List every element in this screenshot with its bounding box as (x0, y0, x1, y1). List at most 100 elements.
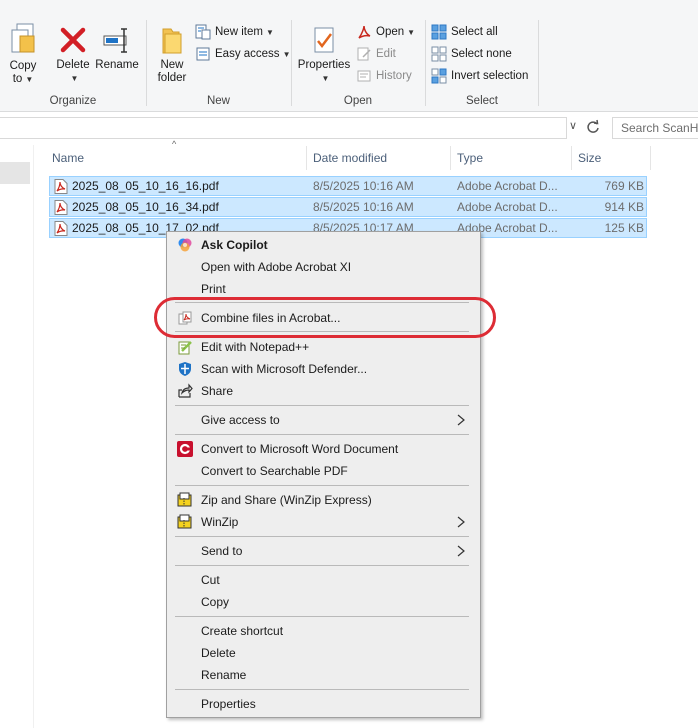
history-label: History (376, 70, 412, 82)
history-button[interactable]: History (356, 66, 412, 86)
menu-item-delete[interactable]: Delete (167, 642, 480, 664)
menu-item-edit-notepad[interactable]: Edit with Notepad++ (167, 336, 480, 358)
menu-separator (175, 536, 469, 537)
chevron-down-icon: ▼ (70, 74, 79, 83)
search-input[interactable]: Search ScanHe (612, 117, 698, 139)
column-header-date[interactable]: Date modified (313, 148, 387, 170)
easy-access-button[interactable]: Easy access ▼ (195, 44, 290, 64)
menu-label: Rename (201, 668, 247, 682)
menu-item-convert-word[interactable]: Convert to Microsoft Word Document (167, 438, 480, 460)
open-group: Properties ▼ Open ▼ Edit History Open (292, 0, 424, 111)
refresh-icon[interactable] (584, 118, 602, 136)
ribbon-divider (538, 20, 539, 106)
menu-separator (175, 485, 469, 486)
new-folder-label-2: folder (157, 72, 187, 84)
file-row[interactable]: 2025_08_05_10_16_34.pdf 8/5/2025 10:16 A… (49, 197, 647, 217)
select-all-icon (431, 24, 447, 40)
address-bar[interactable] (0, 117, 567, 139)
new-folder-button[interactable]: New folder (153, 25, 191, 85)
new-item-button[interactable]: New item ▼ (195, 22, 274, 42)
menu-item-zip-and-share[interactable]: Zip and Share (WinZip Express) (167, 489, 480, 511)
notepad-plus-plus-icon (178, 341, 192, 355)
select-all-button[interactable]: Select all (431, 22, 498, 42)
easy-access-label: Easy access (215, 48, 280, 60)
menu-item-create-shortcut[interactable]: Create shortcut (167, 620, 480, 642)
menu-label: Convert to Searchable PDF (201, 464, 348, 478)
menu-item-give-access[interactable]: Give access to (167, 409, 480, 431)
edit-icon (357, 47, 371, 61)
nav-pane-selected-item[interactable] (0, 162, 30, 184)
column-divider[interactable] (650, 146, 651, 170)
menu-item-properties[interactable]: Properties (167, 693, 480, 715)
file-size: 125 KB (604, 221, 644, 235)
chevron-down-icon: ▼ (265, 28, 274, 37)
file-size: 914 KB (604, 200, 644, 214)
new-item-label: New item (215, 26, 263, 38)
nav-pane-divider (33, 145, 34, 728)
menu-separator (175, 689, 469, 690)
file-row[interactable]: 2025_08_05_10_16_16.pdf 8/5/2025 10:16 A… (49, 176, 647, 196)
history-icon (357, 70, 371, 82)
sort-ascending-icon: ^ (172, 139, 177, 149)
copy-to-button[interactable]: Copy to ▼ (4, 22, 42, 86)
copilot-icon (178, 238, 192, 252)
column-header-name[interactable]: Name (52, 148, 84, 170)
menu-separator (175, 616, 469, 617)
menu-separator (175, 434, 469, 435)
delete-button[interactable]: Delete ▼ (53, 25, 93, 85)
new-group: New folder New item ▼ Easy access ▼ New (147, 0, 290, 111)
menu-item-send-to[interactable]: Send to (167, 540, 480, 562)
menu-label: Share (201, 384, 234, 398)
menu-separator (175, 565, 469, 566)
menu-label: Ask Copilot (201, 238, 268, 252)
defender-shield-icon (179, 362, 191, 376)
column-divider[interactable] (450, 146, 451, 170)
menu-item-ask-copilot[interactable]: Ask Copilot (167, 234, 480, 256)
column-header-type[interactable]: Type (457, 148, 483, 170)
menu-item-scan-defender[interactable]: Scan with Microsoft Defender... (167, 358, 480, 380)
rename-icon (103, 28, 127, 53)
menu-label: Edit with Notepad++ (201, 340, 310, 354)
file-type: Adobe Acrobat D... (457, 200, 558, 214)
rename-label: Rename (95, 59, 139, 71)
properties-icon (314, 27, 334, 53)
column-header-size[interactable]: Size (578, 148, 601, 170)
column-divider[interactable] (306, 146, 307, 170)
copy-to-label: Copy (9, 60, 37, 72)
delete-label: Delete (56, 59, 90, 71)
rename-button[interactable]: Rename (95, 25, 139, 72)
column-divider[interactable] (571, 146, 572, 170)
menu-label: Create shortcut (201, 624, 284, 638)
edit-button[interactable]: Edit (356, 44, 396, 64)
organize-group: Copy to ▼ Delete ▼ Rename Organize (0, 0, 146, 111)
menu-item-rename[interactable]: Rename (167, 664, 480, 686)
file-date: 8/5/2025 10:16 AM (313, 200, 414, 214)
invert-selection-button[interactable]: Invert selection (431, 66, 528, 86)
menu-label: Give access to (201, 413, 280, 427)
invert-selection-icon (431, 68, 447, 84)
copy-to-icon (11, 23, 35, 53)
menu-item-copy[interactable]: Copy (167, 591, 480, 613)
properties-button[interactable]: Properties ▼ (296, 25, 352, 85)
new-folder-icon (162, 28, 182, 54)
menu-item-convert-searchable-pdf[interactable]: Convert to Searchable PDF (167, 460, 480, 482)
menu-label: Send to (201, 544, 243, 558)
menu-item-cut[interactable]: Cut (167, 569, 480, 591)
menu-label: Convert to Microsoft Word Document (201, 442, 399, 456)
invert-selection-label: Invert selection (451, 70, 529, 82)
chevron-down-icon[interactable]: ∨ (569, 119, 577, 132)
menu-label: Delete (201, 646, 236, 660)
file-type: Adobe Acrobat D... (457, 179, 558, 193)
menu-label: Cut (201, 573, 220, 587)
menu-item-open-with-acrobat[interactable]: Open with Adobe Acrobat XI (167, 256, 480, 278)
menu-item-share[interactable]: Share (167, 380, 480, 402)
acrobat-icon (358, 25, 371, 39)
menu-label: Scan with Microsoft Defender... (201, 362, 368, 376)
open-button[interactable]: Open ▼ (356, 22, 415, 42)
menu-label: WinZip (201, 515, 239, 529)
menu-label: Properties (201, 697, 256, 711)
select-none-button[interactable]: Select none (431, 44, 512, 64)
menu-label: Copy (201, 595, 230, 609)
chevron-down-icon: ▼ (25, 75, 34, 84)
menu-item-winzip[interactable]: WinZip (167, 511, 480, 533)
